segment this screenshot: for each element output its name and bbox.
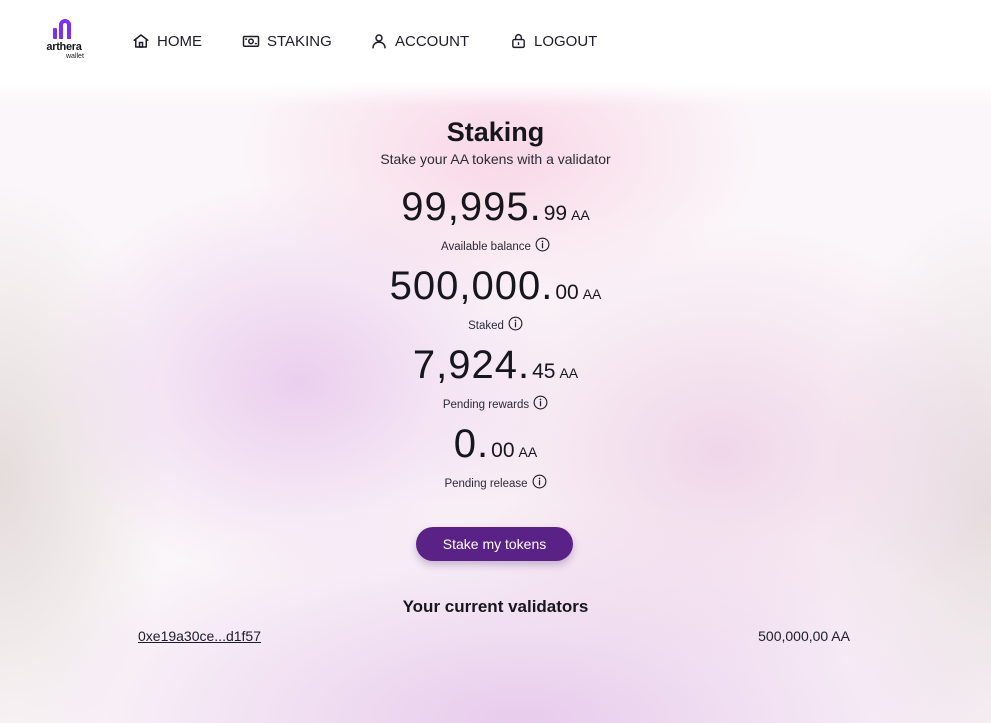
validator-staked-amount: 500,000,00 AA [758, 628, 850, 644]
nav-account-label: ACCOUNT [395, 32, 470, 50]
pending-release-amount: 0.00 AA [0, 424, 991, 473]
nav-logout[interactable]: LOGOUT [510, 30, 597, 52]
arthera-logo[interactable]: arthera wallet [40, 19, 88, 61]
page-title: Staking [446, 117, 545, 147]
nav-logout-label: LOGOUT [534, 32, 598, 50]
info-icon[interactable] [535, 237, 550, 252]
available-balance-amount: 99,995.99 AA [0, 187, 991, 236]
page-subtitle: Stake your AA tokens with a validator [380, 151, 611, 167]
pending-rewards-stat: 7,924.45 AA Pending rewards [0, 345, 991, 412]
pending-release-unit: AA [518, 444, 538, 460]
staked-integer: 500,000. [389, 264, 554, 308]
lock-icon [512, 33, 525, 49]
info-icon[interactable] [532, 474, 547, 489]
nav-home-label: HOME [157, 32, 202, 50]
validators-section-title: Your current validators [402, 597, 589, 616]
available-balance-stat: 99,995.99 AA Available balance [0, 187, 991, 254]
info-icon[interactable] [533, 395, 548, 410]
staking-main: Staking Stake your AA tokens with a vali… [0, 82, 991, 723]
available-balance-label: Available balance [441, 240, 531, 253]
stake-my-tokens-button[interactable]: Stake my tokens [416, 527, 573, 561]
pending-rewards-integer: 7,924. [412, 343, 531, 387]
cash-icon [242, 35, 260, 47]
home-icon [133, 34, 149, 48]
top-navigation: arthera wallet HOME STAKING ACCOUNT LOGO… [0, 0, 991, 82]
pending-release-stat: 0.00 AA Pending release [0, 424, 991, 491]
staked-decimals: 00 [555, 281, 579, 304]
nav-home[interactable]: HOME [132, 30, 202, 52]
available-balance-unit: AA [571, 207, 590, 223]
pending-release-label: Pending release [444, 477, 528, 490]
info-icon[interactable] [508, 316, 523, 331]
nav-account[interactable]: ACCOUNT [370, 30, 469, 52]
pending-release-integer: 0. [453, 422, 490, 466]
logo-word: arthera [46, 41, 82, 53]
pending-rewards-unit: AA [559, 365, 579, 381]
nav-staking[interactable]: STAKING [242, 30, 332, 52]
user-icon [372, 34, 386, 49]
pending-rewards-label: Pending rewards [442, 398, 530, 411]
staked-unit: AA [582, 286, 602, 302]
pending-rewards-decimals: 45 [532, 360, 556, 383]
pending-rewards-amount: 7,924.45 AA [0, 345, 991, 394]
available-balance-decimals: 99 [543, 202, 568, 225]
staked-amount: 500,000.00 AA [0, 266, 991, 315]
available-balance-integer: 99,995. [401, 185, 542, 229]
logo-subtitle: wallet [66, 53, 84, 60]
pending-release-decimals: 00 [491, 439, 515, 462]
nav-staking-label: STAKING [267, 32, 332, 50]
logo-mark-icon [53, 19, 71, 39]
staked-stat: 500,000.00 AA Staked [0, 266, 991, 333]
validator-address-link[interactable]: 0xe19a30ce...d1f57 [138, 628, 261, 644]
staked-label: Staked [468, 319, 504, 332]
